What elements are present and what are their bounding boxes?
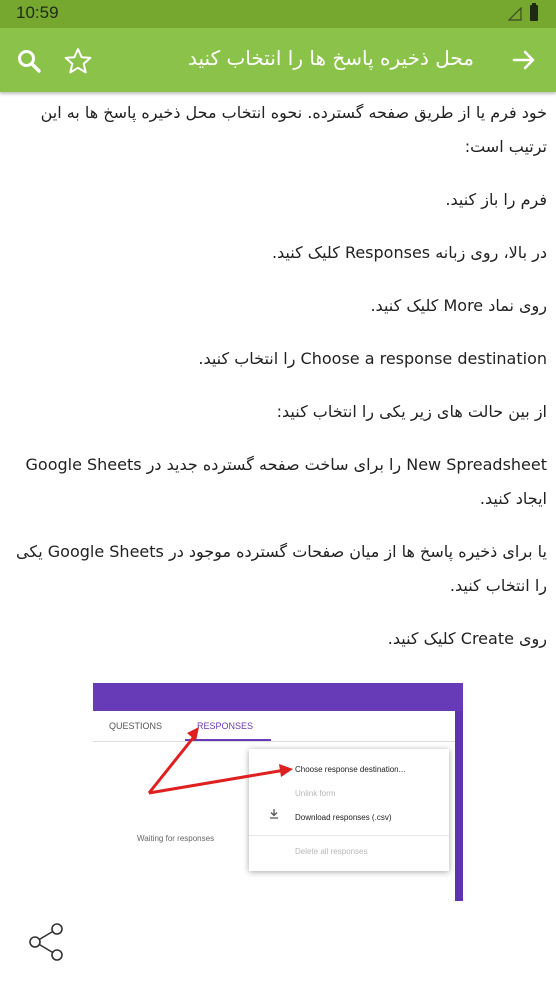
paragraph: از بین حالت های زیر یکی را انتخاب کنید:	[276, 402, 547, 421]
app-bar: محل ذخیره پاسخ ها را انتخاب کنید	[0, 28, 556, 92]
signal-icon	[508, 7, 522, 21]
paragraph: خود فرم یا از طریق صفحه گسترده. نحوه انت…	[40, 103, 547, 156]
tutorial-screenshot: QUESTIONS RESPONSES Waiting for response…	[93, 683, 463, 901]
paragraph: در بالا، روی زبانه Responses کلیک کنید.	[271, 243, 547, 262]
paragraph: Choose a response destination را انتخاب …	[198, 349, 547, 368]
share-icon[interactable]	[28, 922, 66, 962]
paragraph: روی Create کلیک کنید.	[387, 629, 547, 648]
battery-icon	[530, 3, 538, 21]
star-outline-icon[interactable]	[63, 46, 93, 76]
paragraph: روی نماد More کلیک کنید.	[370, 296, 547, 315]
paragraph: فرم را باز کنید.	[445, 190, 547, 209]
paragraph: یا برای ذخیره پاسخ ها از میان صفحات گستر…	[16, 542, 547, 595]
page-title: محل ذخیره پاسخ ها را انتخاب کنید	[188, 46, 474, 70]
red-arrows	[147, 727, 293, 795]
status-time: 10:59	[16, 3, 59, 22]
article-body: خود فرم یا از طریق صفحه گسترده. نحوه انت…	[0, 92, 556, 675]
arrow-right-icon[interactable]	[510, 46, 538, 74]
paragraph: New Spreadsheet را برای ساخت صفحه گسترده…	[25, 455, 548, 508]
search-icon[interactable]	[16, 48, 42, 74]
status-bar: 10:59	[0, 0, 556, 28]
